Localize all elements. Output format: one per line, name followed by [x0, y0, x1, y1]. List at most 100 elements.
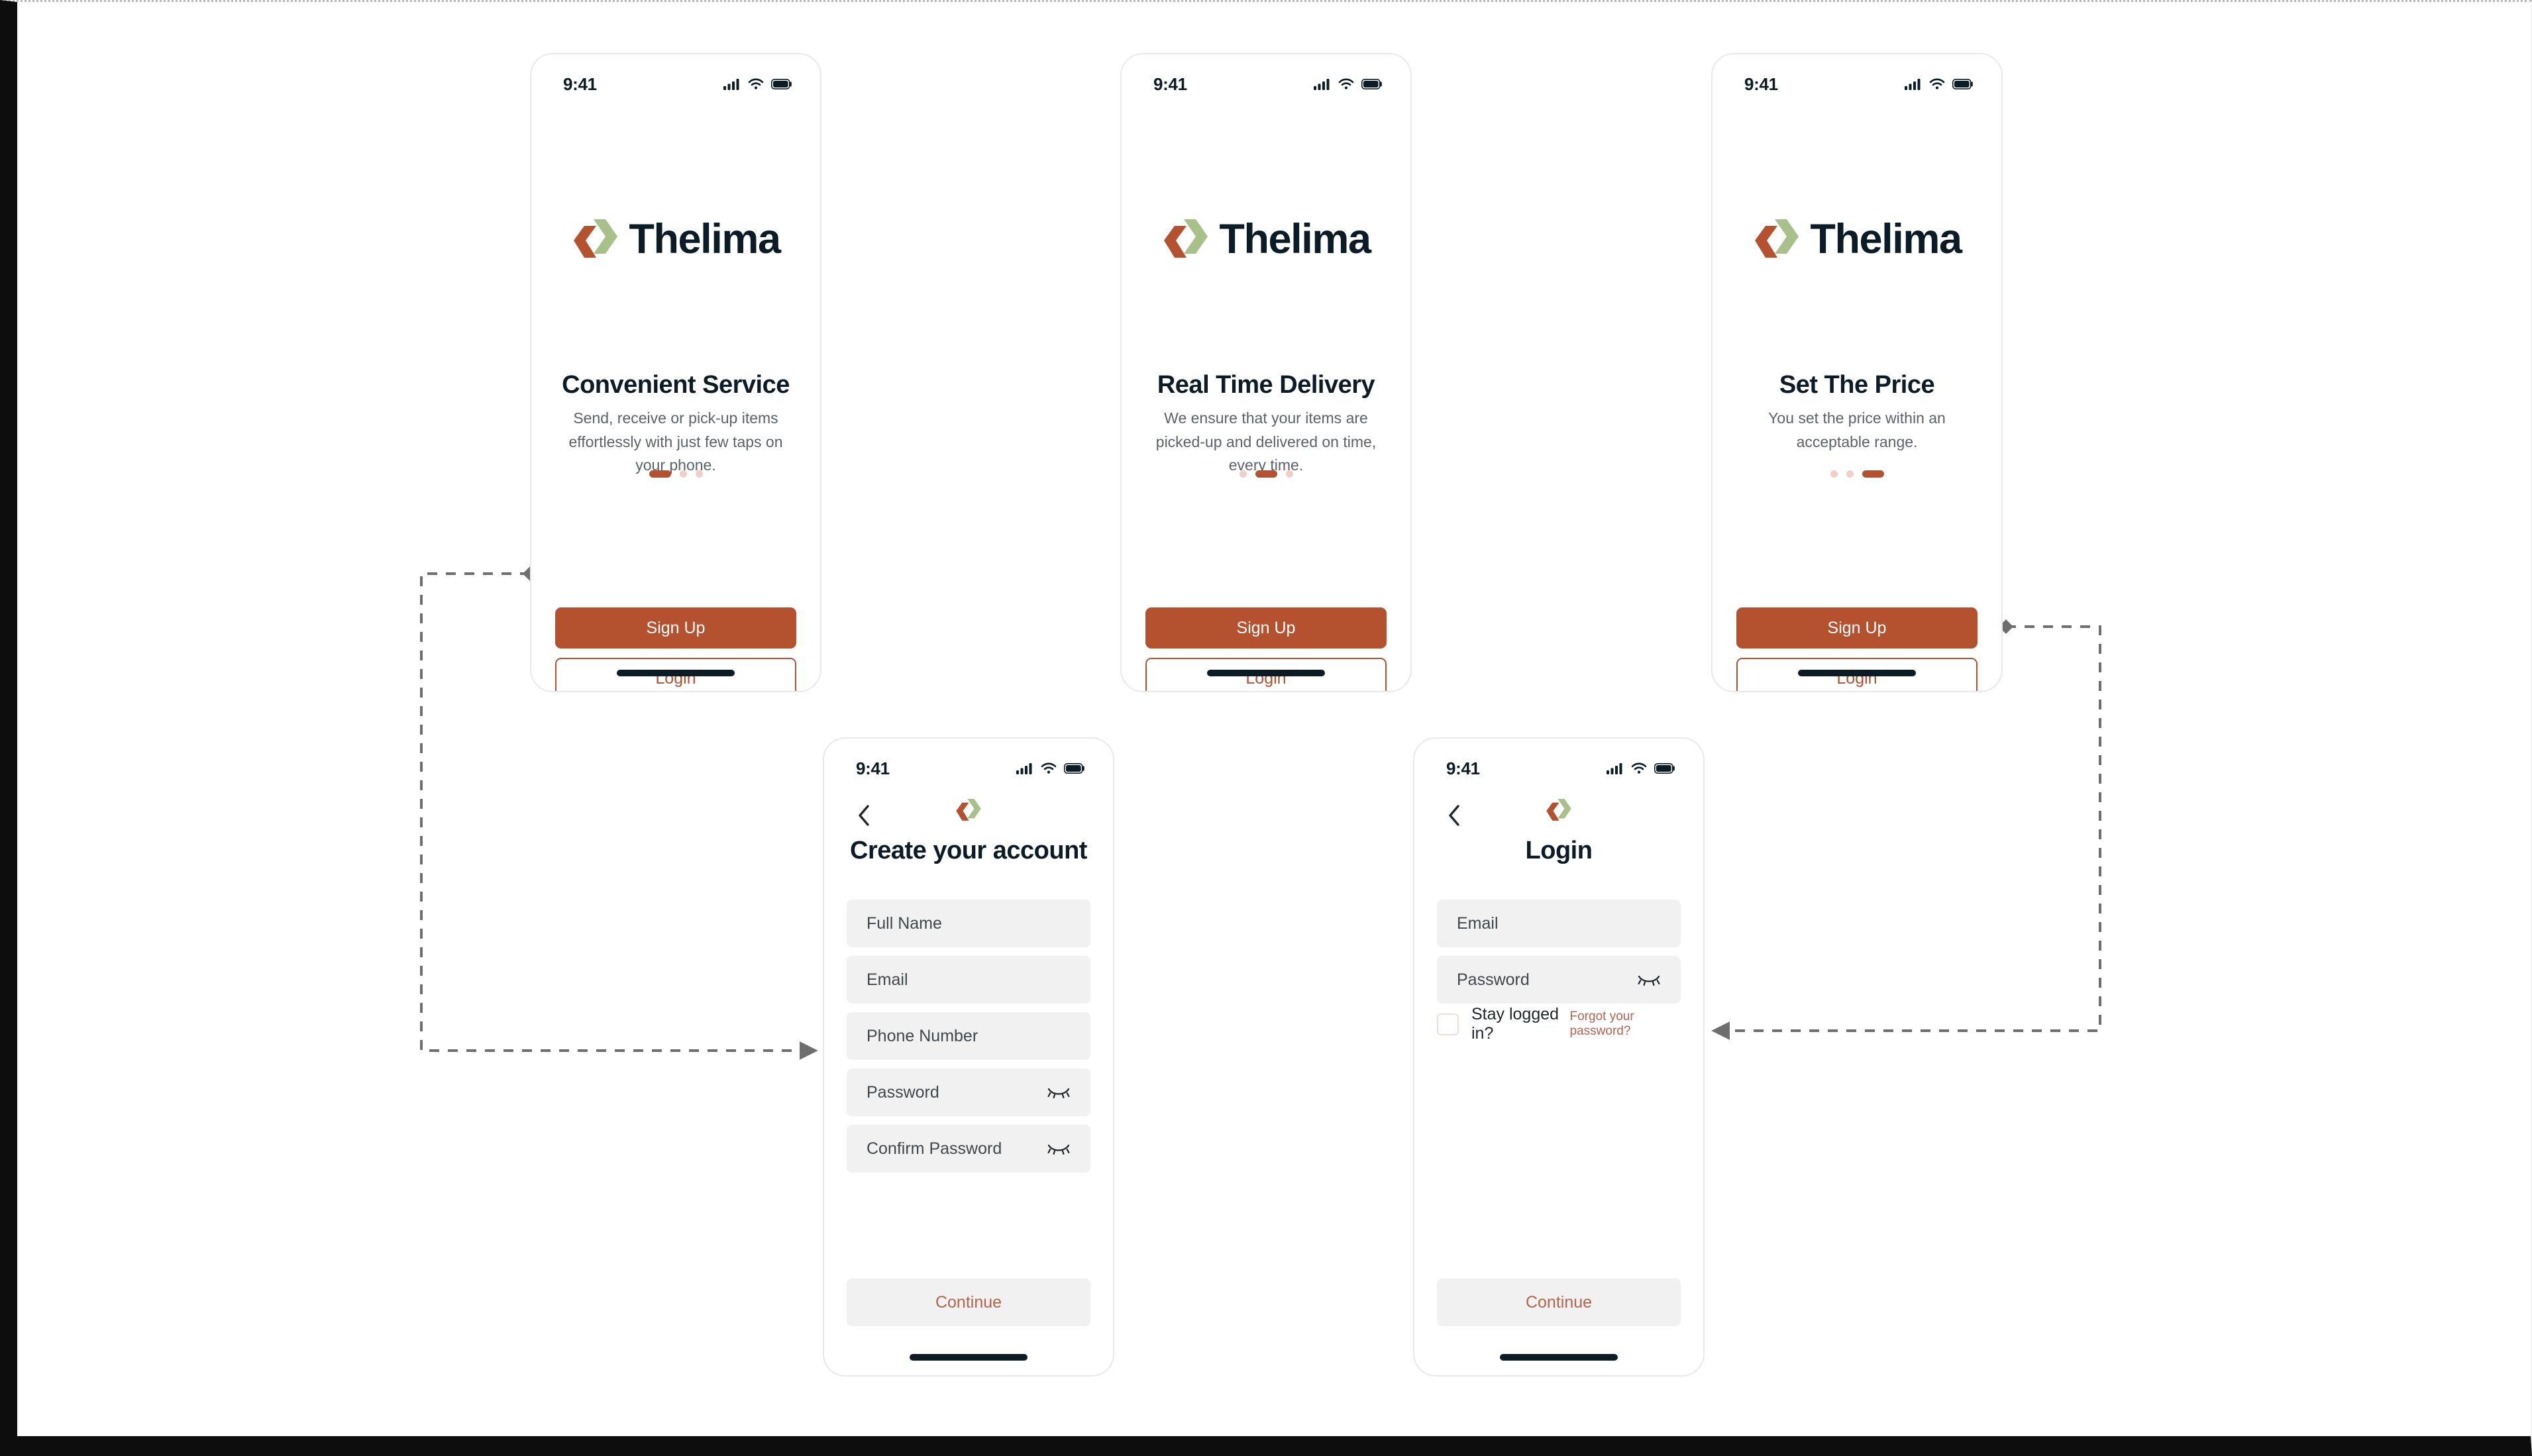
full-name-field[interactable]: Full Name	[847, 900, 1090, 947]
battery-icon	[1952, 79, 1973, 89]
status-bar: 9:41	[531, 54, 820, 102]
home-indicator	[617, 670, 735, 676]
wifi-icon	[1631, 762, 1647, 774]
onboarding-screen-1: 9:41 Thelima Convenient Service Send, re…	[530, 53, 821, 692]
home-indicator	[910, 1354, 1028, 1361]
home-indicator	[1798, 670, 1916, 676]
forgot-password-link[interactable]: Forgot your password?	[1570, 1010, 1681, 1039]
status-bar: 9:41	[1713, 54, 2001, 102]
pagination-dot[interactable]	[695, 470, 703, 478]
brand-logo	[1414, 797, 1703, 823]
pagination-dot[interactable]	[1239, 470, 1247, 478]
toggle-password-visibility-button[interactable]	[1637, 972, 1661, 988]
onboarding-screen-2: 9:41 Thelima Real Time Delivery We ensur…	[1120, 53, 1412, 692]
full-name-placeholder: Full Name	[867, 913, 942, 933]
thelima-mark-icon	[1546, 798, 1571, 821]
toggle-password-visibility-button[interactable]	[1047, 1084, 1071, 1100]
status-bar-time: 9:41	[1446, 758, 1480, 778]
cellular-signal-icon	[1016, 763, 1032, 774]
status-bar-time: 9:41	[563, 74, 597, 94]
onboarding-subtitle: We ensure that your items are picked-up …	[1155, 409, 1377, 474]
onboarding-title: Real Time Delivery	[1157, 371, 1375, 399]
wifi-icon	[748, 78, 764, 89]
home-indicator	[1207, 670, 1325, 676]
status-bar-time: 9:41	[1744, 74, 1778, 94]
password-placeholder: Password	[1457, 970, 1530, 989]
phone-number-field[interactable]: Phone Number	[847, 1012, 1090, 1060]
continue-button[interactable]: Continue	[1437, 1278, 1681, 1326]
home-indicator	[1500, 1354, 1618, 1361]
phone-number-placeholder: Phone Number	[867, 1026, 978, 1045]
stay-logged-in-checkbox[interactable]	[1437, 1013, 1459, 1035]
wifi-icon	[1338, 78, 1354, 89]
wifi-icon	[1041, 762, 1057, 774]
page-title: Login	[1525, 837, 1593, 864]
signup-button[interactable]: Sign Up	[555, 607, 796, 649]
email-placeholder: Email	[867, 970, 908, 989]
email-field[interactable]: Email	[847, 956, 1090, 1004]
stay-logged-in-label: Stay logged in?	[1471, 1005, 1559, 1043]
brand-logo: Thelima	[1713, 217, 2001, 262]
signup-form: Full Name Email Phone Number Password Co…	[847, 900, 1090, 1181]
confirm-password-placeholder: Confirm Password	[867, 1139, 1002, 1158]
status-bar-time: 9:41	[856, 758, 890, 778]
pagination-dot[interactable]	[1830, 470, 1838, 478]
cellular-signal-icon	[1314, 79, 1330, 90]
eye-off-icon	[1047, 1088, 1070, 1098]
pagination-dot[interactable]	[679, 470, 687, 478]
onboarding-subtitle: You set the price within an acceptable r…	[1768, 409, 1946, 450]
password-field[interactable]: Password	[1437, 956, 1681, 1004]
eye-off-icon	[1047, 1144, 1070, 1155]
thelima-mark-icon	[574, 219, 618, 258]
status-bar-time: 9:41	[1153, 74, 1187, 94]
battery-icon	[1361, 79, 1382, 89]
battery-icon	[1064, 763, 1084, 774]
cellular-signal-icon	[723, 79, 739, 90]
pagination-dot[interactable]	[1862, 470, 1884, 478]
design-canvas: 9:41 Thelima Convenient Service Send, re…	[0, 0, 2532, 1456]
password-field[interactable]: Password	[847, 1068, 1090, 1116]
pagination-dot[interactable]	[1285, 470, 1293, 478]
thelima-mark-icon	[1164, 219, 1208, 258]
email-placeholder: Email	[1457, 913, 1499, 933]
cellular-signal-icon	[1905, 79, 1921, 90]
pagination-dot[interactable]	[1255, 470, 1277, 478]
brand-logo: Thelima	[1122, 217, 1410, 262]
onboarding-title: Set The Price	[1779, 371, 1935, 399]
cellular-signal-icon	[1607, 763, 1622, 774]
status-bar: 9:41	[1414, 739, 1703, 786]
login-options-row: Stay logged in? Forgot your password?	[1437, 1005, 1681, 1043]
battery-icon	[771, 79, 792, 89]
pagination-dots	[531, 470, 820, 478]
wifi-icon	[1929, 78, 1945, 89]
pagination-dot[interactable]	[649, 470, 671, 478]
eye-off-icon	[1638, 975, 1660, 986]
signup-button[interactable]: Sign Up	[1736, 607, 1978, 649]
continue-button[interactable]: Continue	[847, 1278, 1090, 1326]
brand-logo: Thelima	[531, 217, 820, 262]
brand-wordmark: Thelima	[629, 215, 781, 262]
onboarding-title: Convenient Service	[562, 371, 790, 399]
password-placeholder: Password	[867, 1082, 939, 1102]
brand-wordmark: Thelima	[1219, 215, 1371, 262]
status-bar: 9:41	[824, 739, 1113, 786]
onboarding-subtitle: Send, receive or pick-up items effortles…	[568, 409, 783, 474]
toggle-confirm-password-visibility-button[interactable]	[1047, 1141, 1071, 1157]
battery-icon	[1654, 763, 1675, 774]
page-title: Create your account	[850, 837, 1087, 864]
brand-wordmark: Thelima	[1810, 215, 1962, 262]
signup-screen: 9:41 Create your account Full Name Email…	[823, 737, 1114, 1377]
brand-logo	[824, 797, 1113, 823]
email-field[interactable]: Email	[1437, 900, 1681, 947]
signup-button[interactable]: Sign Up	[1145, 607, 1387, 649]
login-form: Email Password	[1437, 900, 1681, 1012]
status-bar: 9:41	[1122, 54, 1410, 102]
pagination-dot[interactable]	[1846, 470, 1854, 478]
pagination-dots	[1122, 470, 1410, 478]
thelima-mark-icon	[1755, 219, 1799, 258]
login-screen: 9:41 Login Email Password Stay logged in…	[1413, 737, 1705, 1377]
pagination-dots	[1713, 470, 2001, 478]
thelima-mark-icon	[956, 798, 981, 821]
onboarding-screen-3: 9:41 Thelima Set The Price You set the p…	[1711, 53, 2003, 692]
confirm-password-field[interactable]: Confirm Password	[847, 1125, 1090, 1172]
